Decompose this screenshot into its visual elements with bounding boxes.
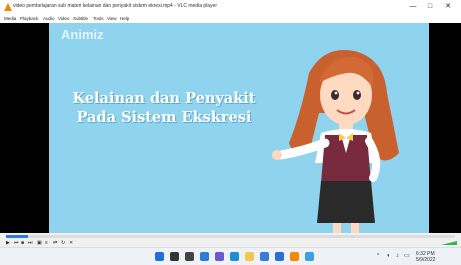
tray-overflow-chevron[interactable]: ^ [377,253,379,259]
menu-help[interactable]: Help [120,15,129,23]
video-headline: Kelainan dan Penyakit Pada Sistem Ekskre… [59,89,269,127]
volume-slider[interactable] [441,241,457,245]
stop-button[interactable]: ■ [21,240,24,246]
video-frame: Animiz Kelainan dan Penyakit Pada Sistem… [49,23,429,233]
volume-icon[interactable]: ♪ [396,253,399,259]
menu-tools[interactable]: Tools [93,15,104,23]
minimize-button[interactable]: — [407,2,419,12]
search-icon[interactable] [170,252,179,261]
file-explorer-icon[interactable] [245,252,254,261]
vlc-icon[interactable] [290,252,299,261]
vlc-cone-icon [4,3,12,11]
player-controls: ▶ ⏮ ■ ⏭ ▣ ≡ ⇄ ↻ ✕ [0,233,461,247]
edge-browser-icon[interactable] [230,252,239,261]
seek-bar[interactable] [6,235,455,238]
mail-icon[interactable] [275,252,284,261]
clock-date[interactable]: 5/9/2022 [416,257,435,263]
title-bar: video pembelajaran sub materi kelainan d… [0,0,461,15]
network-icon[interactable]: ◐ [387,253,391,259]
fullscreen-button[interactable]: ▣ [37,240,42,246]
menu-video[interactable]: Video [58,15,69,23]
menu-audio[interactable]: Audio [43,15,55,23]
widgets-icon[interactable] [200,252,209,261]
next-button[interactable]: ⏭ [28,240,33,246]
windows-start-icon[interactable] [155,252,164,261]
playlist-button[interactable]: ≡ [45,240,48,246]
video-area[interactable]: Animiz Kelainan dan Penyakit Pada Sistem… [0,23,461,233]
store-icon[interactable] [260,252,269,261]
battery-icon[interactable]: ▭ [404,253,410,259]
headline-line-2: Pada Sistem Ekskresi [76,109,252,126]
task-view-icon[interactable] [185,252,194,261]
maximize-button[interactable]: □ [424,2,436,12]
menu-media[interactable]: Media [4,15,16,23]
headline-line-1: Kelainan dan Penyakit [72,90,256,107]
menu-playback[interactable]: Playback [20,15,38,23]
app-icon[interactable] [305,252,314,261]
menu-subtitle[interactable]: Subtitle [73,15,88,23]
taskbar: ^ ◐ ♪ ▭ 6:32 PM 5/9/2022 [0,247,461,265]
play-button[interactable]: ▶ [6,240,10,246]
menu-bar: Media Playback Audio Video Subtitle Tool… [0,15,461,23]
extended-settings-button[interactable]: ✕ [69,240,73,246]
shuffle-button[interactable]: ↻ [61,240,65,246]
previous-button[interactable]: ⏮ [14,240,19,246]
window-title: video pembelajaran sub materi kelainan d… [13,3,217,9]
brand-watermark: Animiz [61,27,104,42]
seek-bar-progress [6,235,29,238]
loop-button[interactable]: ⇄ [53,240,57,246]
cartoon-teacher-illustration [272,49,399,233]
close-button[interactable]: ✕ [442,2,454,12]
chat-icon[interactable] [215,252,224,261]
menu-view[interactable]: View [107,15,117,23]
